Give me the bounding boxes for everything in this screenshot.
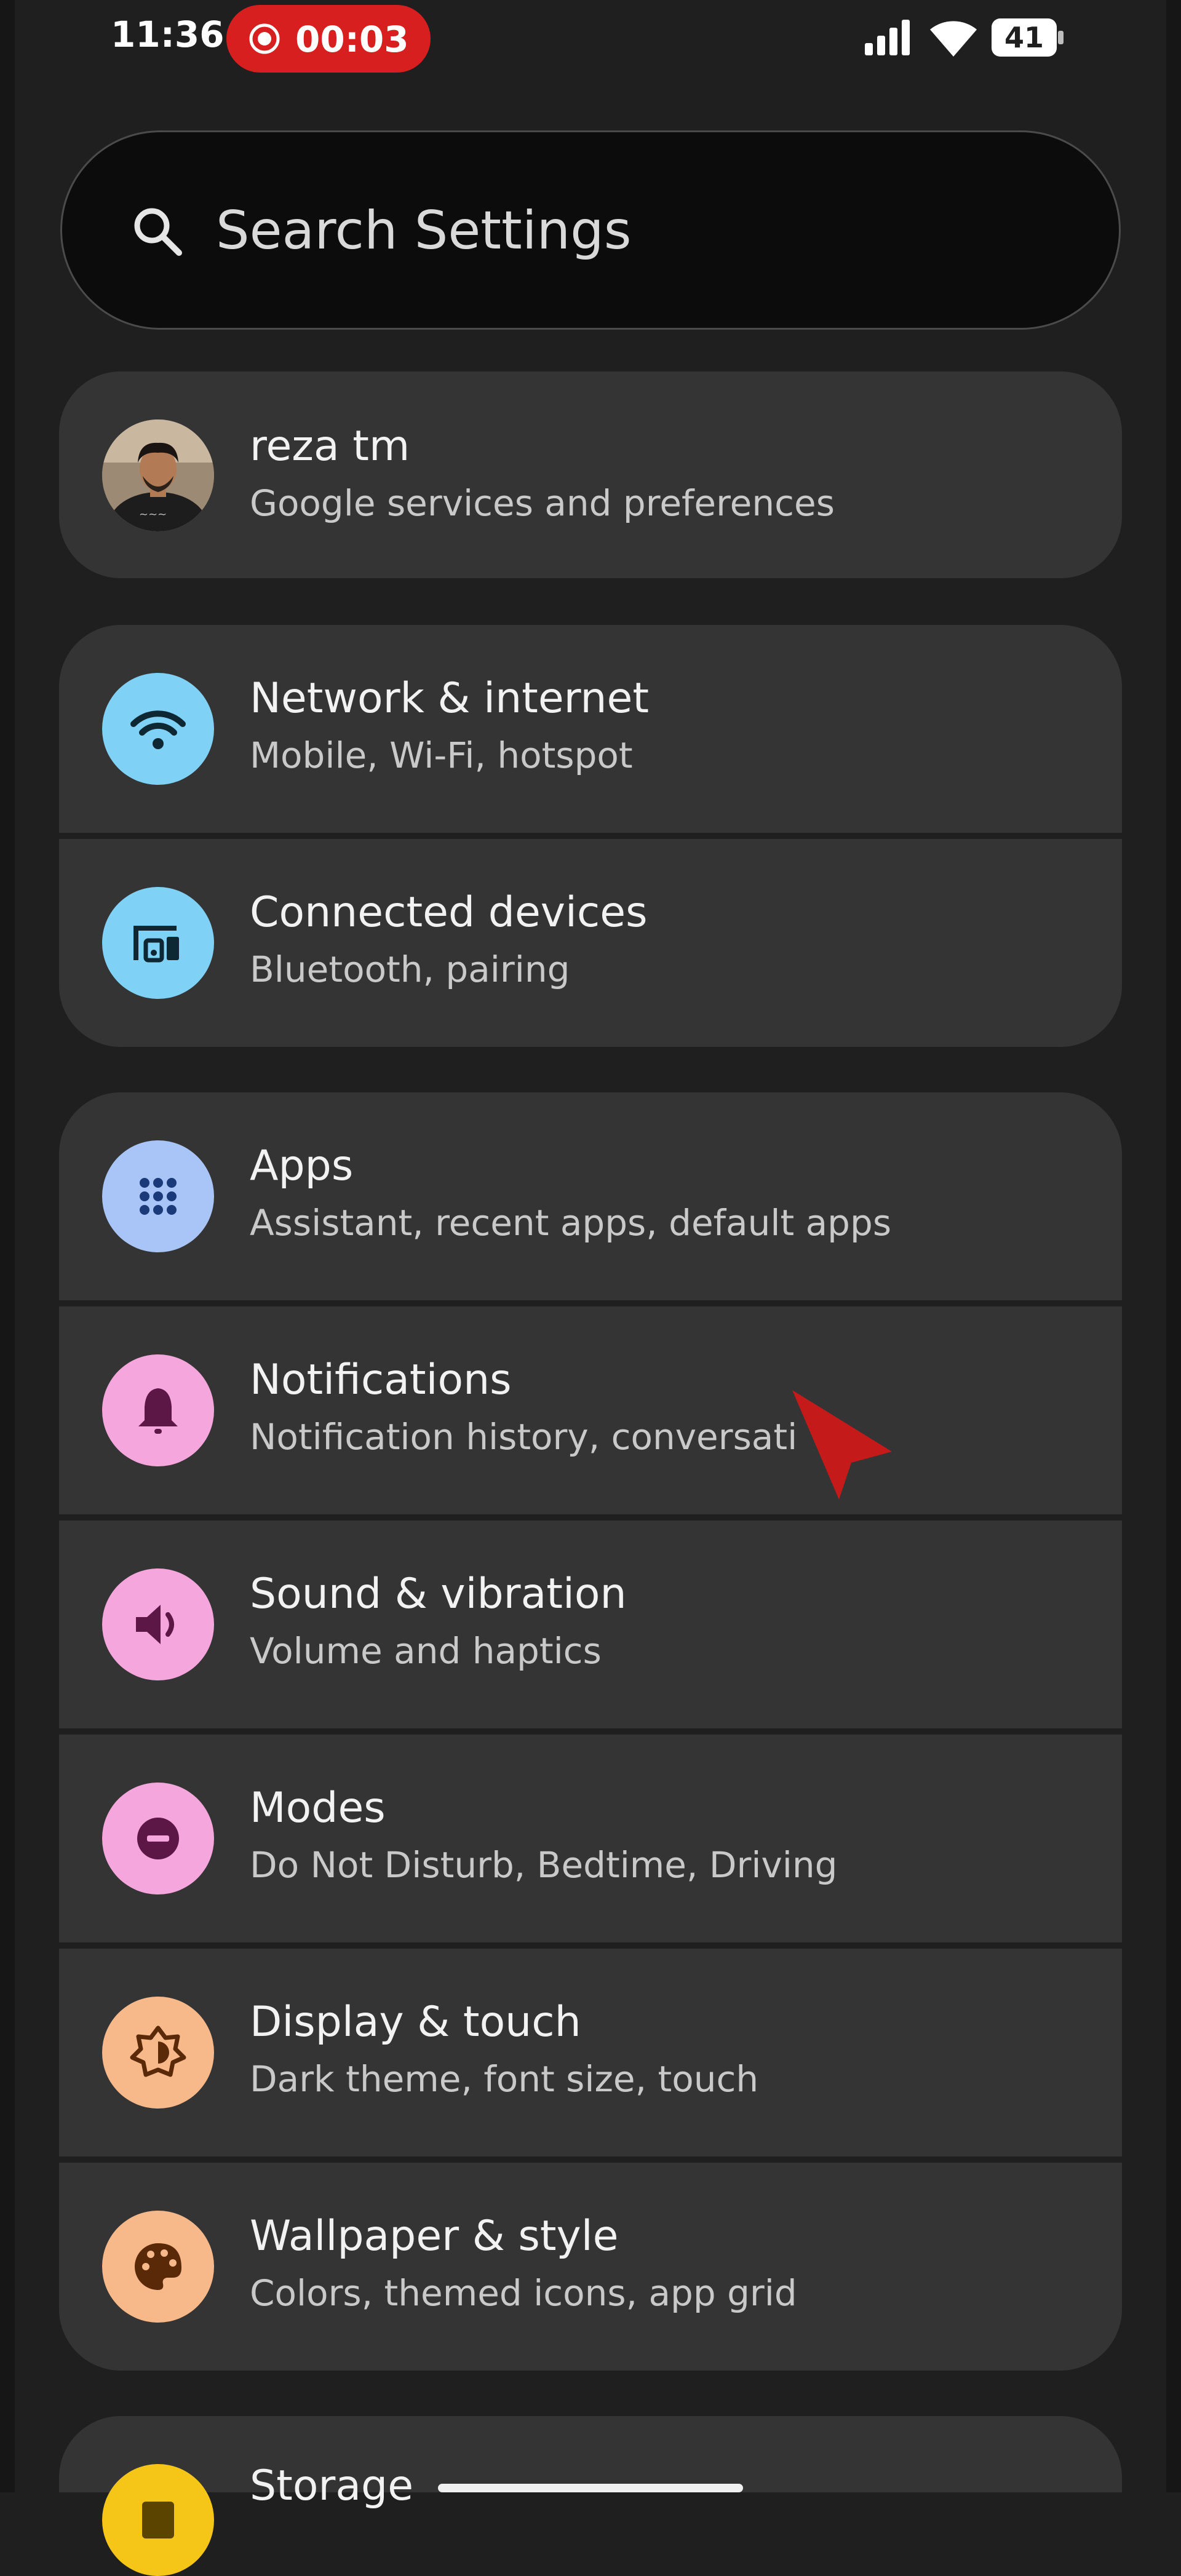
settings-item-subtitle: Colors, themed icons, app grid — [250, 2272, 797, 2314]
settings-item-title: Wallpaper & style — [250, 2212, 619, 2260]
settings-screen: 11:36 00:03 41 Search Settings ~~~ reza … — [0, 0, 1181, 2576]
record-icon — [249, 23, 280, 54]
status-bar: 11:36 00:03 41 — [0, 0, 1181, 80]
wifi-icon — [130, 710, 186, 749]
settings-item-title: Notifications — [250, 1356, 512, 1404]
search-placeholder: Search Settings — [216, 200, 632, 261]
wallpaper-icon-circle — [102, 2211, 214, 2323]
apps-grid-icon — [140, 1178, 177, 1215]
account-card[interactable]: ~~~ reza tm Google services and preferen… — [59, 372, 1122, 578]
wifi-status-icon — [930, 21, 977, 57]
gesture-navigation-bar[interactable] — [438, 2484, 743, 2492]
settings-item-title: Sound & vibration — [250, 1570, 627, 1618]
settings-item-subtitle: Notification history, conversati — [250, 1416, 798, 1458]
avatar: ~~~ — [102, 419, 214, 531]
storage-icon-circle — [102, 2464, 214, 2576]
account-name: reza tm — [250, 422, 410, 471]
settings-item-network[interactable]: Network & internet Mobile, Wi-Fi, hotspo… — [59, 625, 1122, 833]
connected-devices-icon-circle — [102, 887, 214, 999]
settings-item-wallpaper[interactable]: Wallpaper & style Colors, themed icons, … — [59, 2163, 1122, 2371]
settings-item-title: Network & internet — [250, 674, 650, 723]
settings-item-subtitle: Bluetooth, pairing — [250, 948, 570, 990]
settings-item-title: Display & touch — [250, 1998, 581, 2046]
settings-item-title: Apps — [250, 1142, 354, 1190]
right-edge-shade — [1166, 0, 1181, 2492]
display-icon-circle — [102, 1997, 214, 2109]
cursor-arrow-icon — [792, 1390, 892, 1500]
cellular-signal-icon — [865, 20, 910, 55]
settings-item-title: Modes — [250, 1784, 386, 1832]
brightness-icon — [130, 2025, 186, 2077]
settings-item-subtitle: Volume and haptics — [250, 1630, 602, 1672]
profile-photo: ~~~ — [102, 419, 214, 531]
search-icon — [134, 208, 182, 256]
settings-item-sound[interactable]: Sound & vibration Volume and haptics — [59, 1521, 1122, 1728]
settings-item-subtitle: Mobile, Wi-Fi, hotspot — [250, 734, 633, 776]
settings-item-connected-devices[interactable]: Connected devices Bluetooth, pairing — [59, 839, 1122, 1047]
settings-item-subtitle: Dark theme, font size, touch — [250, 2058, 759, 2100]
settings-item-subtitle: Assistant, recent apps, default apps — [250, 1202, 892, 1244]
recording-time: 00:03 — [295, 18, 409, 60]
settings-item-notifications[interactable]: Notifications Notification history, conv… — [59, 1306, 1122, 1514]
search-bar[interactable]: Search Settings — [60, 130, 1121, 330]
status-time: 11:36 — [111, 14, 225, 55]
left-edge-shade — [0, 0, 15, 2492]
account-subtitle: Google services and preferences — [250, 482, 835, 524]
settings-item-display[interactable]: Display & touch Dark theme, font size, t… — [59, 1949, 1122, 2157]
do-not-disturb-icon — [137, 1818, 179, 1859]
settings-item-apps[interactable]: Apps Assistant, recent apps, default app… — [59, 1092, 1122, 1300]
settings-item-title: Storage — [250, 2462, 414, 2510]
network-icon-circle — [102, 673, 214, 785]
sound-icon-circle — [102, 1568, 214, 1680]
settings-item-subtitle: Do Not Disturb, Bedtime, Driving — [250, 1844, 838, 1886]
notifications-icon-circle — [102, 1354, 214, 1466]
settings-item-storage[interactable]: Storage — [59, 2416, 1122, 2576]
settings-item-title: Connected devices — [250, 888, 648, 937]
palette-icon — [135, 2243, 181, 2290]
connected-devices-icon — [133, 926, 179, 963]
screen-recording-indicator[interactable]: 00:03 — [226, 5, 431, 73]
speaker-icon — [136, 1605, 174, 1644]
svg-text:~~~: ~~~ — [139, 508, 167, 521]
settings-item-modes[interactable]: Modes Do Not Disturb, Bedtime, Driving — [59, 1735, 1122, 1942]
bell-icon — [138, 1388, 178, 1434]
apps-icon-circle — [102, 1140, 214, 1252]
battery-level: 41 — [1004, 21, 1044, 54]
storage-icon — [142, 2502, 174, 2538]
modes-icon-circle — [102, 1783, 214, 1894]
battery-icon: 41 — [992, 18, 1064, 57]
